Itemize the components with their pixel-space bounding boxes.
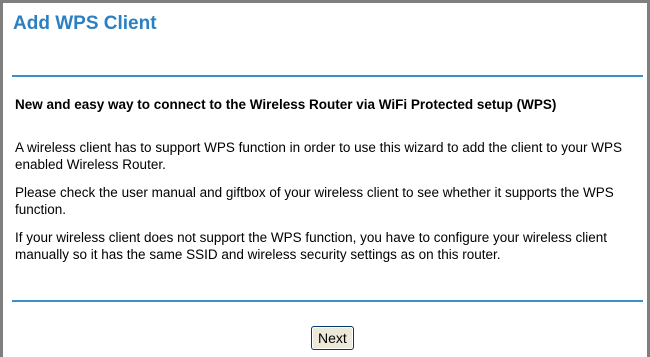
page-title: Add WPS Client <box>13 13 157 34</box>
bottom-divider <box>12 300 643 302</box>
top-divider <box>12 75 643 77</box>
next-button[interactable]: Next <box>311 326 354 350</box>
wps-page-frame: Add WPS Client New and easy way to conne… <box>0 0 650 357</box>
wps-manual-config-text: If your wireless client does not support… <box>15 230 608 262</box>
wps-subtitle: New and easy way to connect to the Wirel… <box>15 97 557 112</box>
wps-check-manual-text: Please check the user manual and giftbox… <box>15 185 614 217</box>
wps-requirement-text: A wireless client has to support WPS fun… <box>15 140 623 172</box>
